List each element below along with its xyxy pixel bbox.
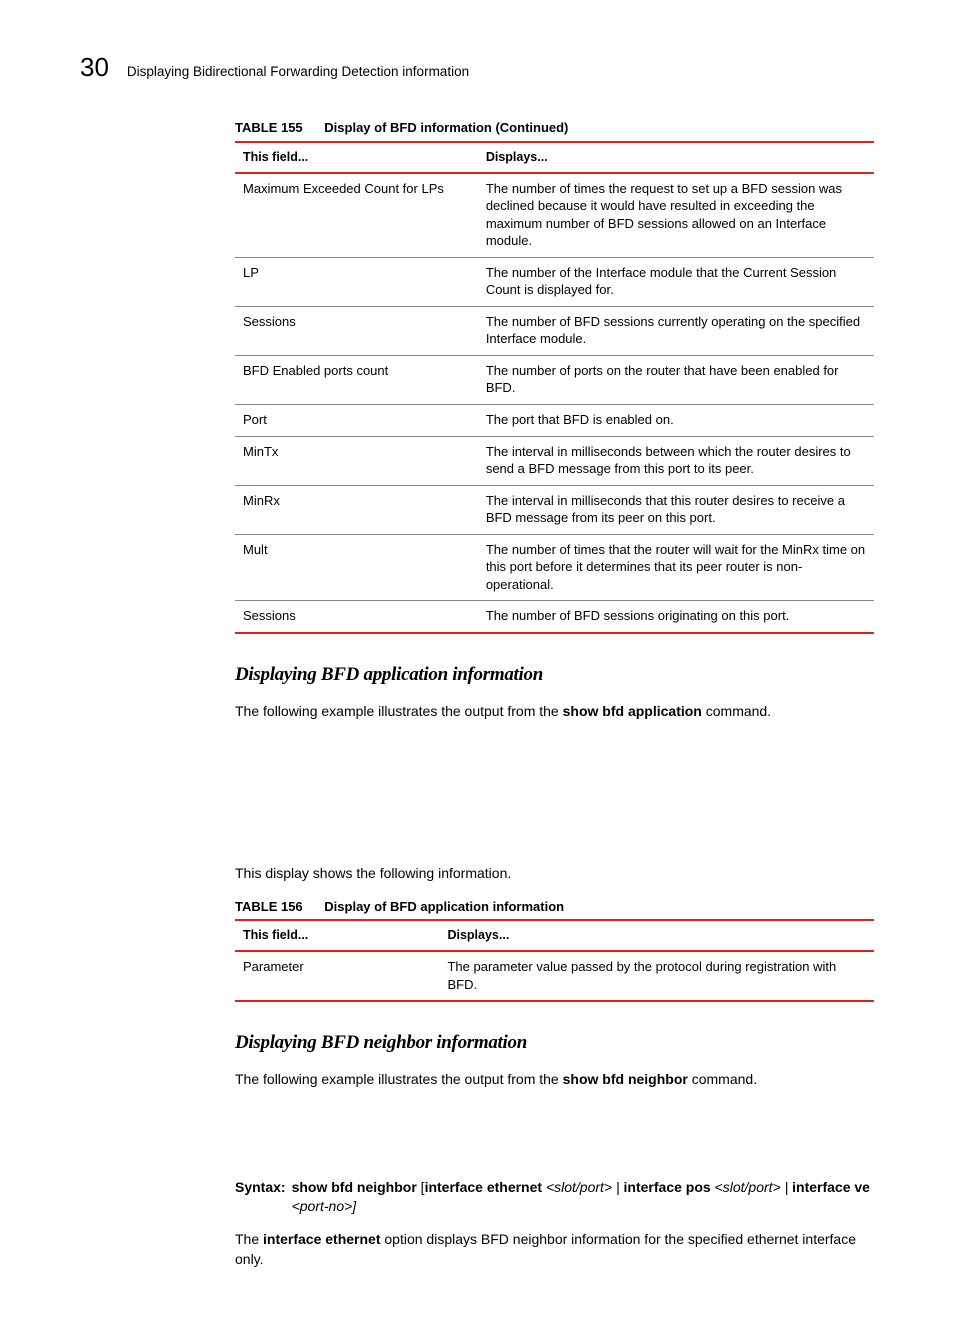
table-row: Sessions The number of BFD sessions orig… xyxy=(235,601,874,633)
syntax-p7: interface ve xyxy=(792,1179,870,1195)
table-row: Mult The number of times that the router… xyxy=(235,534,874,601)
section1-para1-bold: show bfd application xyxy=(563,703,702,719)
section2-para1-post: command. xyxy=(688,1071,757,1087)
table156: This field... Displays... Parameter The … xyxy=(235,919,874,1002)
table155-r6-field: MinRx xyxy=(235,485,478,534)
content: TABLE 155 Display of BFD information (Co… xyxy=(235,119,874,1269)
syntax-p5: interface pos xyxy=(624,1179,711,1195)
section2-para2-pre: The xyxy=(235,1231,263,1247)
section1-para1-post: command. xyxy=(702,703,771,719)
table-row: Sessions The number of BFD sessions curr… xyxy=(235,306,874,355)
table155-r4-field: Port xyxy=(235,404,478,436)
table155: This field... Displays... Maximum Exceed… xyxy=(235,141,874,634)
section1-heading: Displaying BFD application information xyxy=(235,662,874,688)
section2-para1-bold: show bfd neighbor xyxy=(563,1071,688,1087)
table-row: LP The number of the Interface module th… xyxy=(235,257,874,306)
syntax-p6: <slot/port> | xyxy=(711,1179,792,1195)
table155-r6-desc: The interval in milliseconds that this r… xyxy=(478,485,874,534)
output-placeholder-2 xyxy=(235,1103,874,1178)
syntax-p1: show bfd neighbor xyxy=(292,1179,417,1195)
table156-caption-label: TABLE 156 xyxy=(235,899,303,914)
table155-caption-text: Display of BFD information (Continued) xyxy=(324,120,568,135)
section2-para1: The following example illustrates the ou… xyxy=(235,1070,874,1090)
section2-para2: The interface ethernet option displays B… xyxy=(235,1230,874,1269)
table155-r1-desc: The number of the Interface module that … xyxy=(478,257,874,306)
syntax-p3: interface ethernet xyxy=(425,1179,542,1195)
syntax-body: show bfd neighbor [interface ethernet <s… xyxy=(292,1178,874,1216)
page-header: 30 Displaying Bidirectional Forwarding D… xyxy=(80,50,874,85)
table156-caption: TABLE 156 Display of BFD application inf… xyxy=(235,898,874,916)
section1-para2: This display shows the following informa… xyxy=(235,864,874,884)
syntax-p8: <port-no>] xyxy=(292,1198,357,1214)
section2-para1-pre: The following example illustrates the ou… xyxy=(235,1071,563,1087)
syntax-p2: [ xyxy=(417,1179,425,1195)
table156-col1: This field... xyxy=(235,920,439,951)
table155-r2-desc: The number of BFD sessions currently ope… xyxy=(478,306,874,355)
output-placeholder-1 xyxy=(235,735,874,850)
table155-header-row: This field... Displays... xyxy=(235,142,874,173)
syntax-label: Syntax: xyxy=(235,1178,286,1216)
table155-r3-desc: The number of ports on the router that h… xyxy=(478,355,874,404)
table155-r0-field: Maximum Exceeded Count for LPs xyxy=(235,173,478,258)
table155-caption-label: TABLE 155 xyxy=(235,120,303,135)
table155-col1: This field... xyxy=(235,142,478,173)
page-header-title: Displaying Bidirectional Forwarding Dete… xyxy=(127,63,469,81)
table-row: Maximum Exceeded Count for LPs The numbe… xyxy=(235,173,874,258)
syntax-p4: <slot/port> | xyxy=(542,1179,623,1195)
table155-r2-field: Sessions xyxy=(235,306,478,355)
table155-r8-desc: The number of BFD sessions originating o… xyxy=(478,601,874,633)
table-row: Parameter The parameter value passed by … xyxy=(235,951,874,1001)
table156-caption-text: Display of BFD application information xyxy=(324,899,564,914)
table155-col2: Displays... xyxy=(478,142,874,173)
table155-r4-desc: The port that BFD is enabled on. xyxy=(478,404,874,436)
section2-heading: Displaying BFD neighbor information xyxy=(235,1030,874,1056)
table155-r5-field: MinTx xyxy=(235,436,478,485)
table155-r0-desc: The number of times the request to set u… xyxy=(478,173,874,258)
table156-col2: Displays... xyxy=(439,920,874,951)
table155-r8-field: Sessions xyxy=(235,601,478,633)
page-number: 30 xyxy=(80,50,109,85)
table-row: BFD Enabled ports count The number of po… xyxy=(235,355,874,404)
table156-r0-field: Parameter xyxy=(235,951,439,1001)
table156-header-row: This field... Displays... xyxy=(235,920,874,951)
page: 30 Displaying Bidirectional Forwarding D… xyxy=(0,0,954,1343)
section2-para2-bold: interface ethernet xyxy=(263,1231,380,1247)
syntax-line: Syntax: show bfd neighbor [interface eth… xyxy=(235,1178,874,1216)
table155-r5-desc: The interval in milliseconds between whi… xyxy=(478,436,874,485)
table155-caption: TABLE 155 Display of BFD information (Co… xyxy=(235,119,874,137)
section1-para1-pre: The following example illustrates the ou… xyxy=(235,703,563,719)
table155-r7-field: Mult xyxy=(235,534,478,601)
table155-r3-field: BFD Enabled ports count xyxy=(235,355,478,404)
table-row: MinTx The interval in milliseconds betwe… xyxy=(235,436,874,485)
table-row: Port The port that BFD is enabled on. xyxy=(235,404,874,436)
section1-para1: The following example illustrates the ou… xyxy=(235,702,874,722)
table155-r7-desc: The number of times that the router will… xyxy=(478,534,874,601)
table156-r0-desc: The parameter value passed by the protoc… xyxy=(439,951,874,1001)
table-row: MinRx The interval in milliseconds that … xyxy=(235,485,874,534)
table155-r1-field: LP xyxy=(235,257,478,306)
